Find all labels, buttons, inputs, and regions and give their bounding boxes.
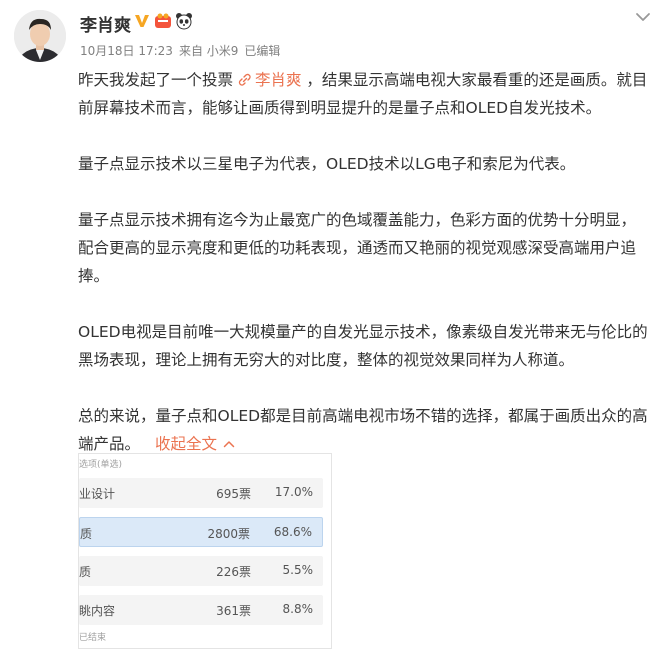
post-paragraph: 昨天我发起了一个投票 李肖爽 ，结果显示高端电视大家最看重的还是画质。就目前屏幕… xyxy=(78,66,650,122)
poll-option-percent: 17.0% xyxy=(274,485,313,499)
poll-option-label: 质 xyxy=(80,527,93,541)
author-name[interactable]: 李肖爽 xyxy=(80,11,131,36)
poll-option-label: 眺内容 xyxy=(79,604,116,618)
vip-icon[interactable] xyxy=(154,12,172,30)
post-paragraph: OLED电视是目前唯一大规模量产的自发光显示技术，像素级自发光带来无与伦比的黑场… xyxy=(78,323,648,369)
collapse-label: 收起全文 xyxy=(154,435,217,453)
panda-icon[interactable] xyxy=(175,12,193,30)
verified-v-icon[interactable] xyxy=(133,12,151,30)
poll-option: 质 226票 5.5% xyxy=(79,556,323,586)
post-paragraph: 量子点显示技术以三星电子为代表，OLED技术以LG电子和索尼为代表。 xyxy=(78,155,576,173)
poll-option-votes: 2800票 xyxy=(207,527,250,541)
poll-option-votes: 361票 xyxy=(216,604,251,618)
mention-name: 李肖爽 xyxy=(254,71,302,89)
post-body: 昨天我发起了一个投票 李肖爽 ，结果显示高端电视大家最看重的还是画质。就目前屏幕… xyxy=(78,66,650,458)
poll-header: 选项(单选) xyxy=(79,460,123,470)
poll-option-label: 业设计 xyxy=(79,487,116,501)
chevron-down-icon[interactable] xyxy=(634,10,652,24)
collapse-text-link[interactable]: 收起全文 xyxy=(155,435,235,453)
post-meta: 10月18日 17:23 来自 小米9 已编辑 xyxy=(80,42,280,59)
post-paragraph: 总的来说，量子点和OLED都是目前高端电视市场不错的选择，都属于画质出众的高端产… xyxy=(78,402,650,458)
paragraph-text: 昨天我发起了一个投票 xyxy=(78,71,234,89)
chevron-up-icon xyxy=(223,441,235,448)
poll-option-votes: 226票 xyxy=(216,565,251,579)
edited-label[interactable]: 已编辑 xyxy=(244,42,280,59)
poll-option-percent: 68.6% xyxy=(273,525,312,539)
avatar[interactable] xyxy=(14,10,66,62)
poll-option-votes: 695票 xyxy=(216,487,251,501)
link-icon xyxy=(238,73,251,86)
author-badges xyxy=(133,12,193,30)
poll-card: 选项(单选) 业设计 695票 17.0% 质 2800票 68.6% 质 22… xyxy=(78,453,332,649)
post-paragraph: 量子点显示技术拥有迄今为止最宽广的色域覆盖能力，色彩方面的优势十分明显，配合更高… xyxy=(78,211,637,285)
user-mention[interactable]: 李肖爽 xyxy=(238,71,302,89)
avatar-image xyxy=(14,10,66,62)
poll-option: 眺内容 361票 8.8% xyxy=(79,595,323,625)
poll-status: 已结束 xyxy=(79,633,107,643)
poll-option-selected: 质 2800票 68.6% xyxy=(79,517,323,547)
post-time[interactable]: 10月18日 17:23 xyxy=(80,42,173,59)
poll-option-percent: 5.5% xyxy=(282,563,314,577)
poll-option-label: 质 xyxy=(79,565,92,579)
post-source[interactable]: 来自 小米9 xyxy=(179,42,238,59)
poll-option: 业设计 695票 17.0% xyxy=(79,478,323,508)
poll-option-percent: 8.8% xyxy=(282,602,314,616)
